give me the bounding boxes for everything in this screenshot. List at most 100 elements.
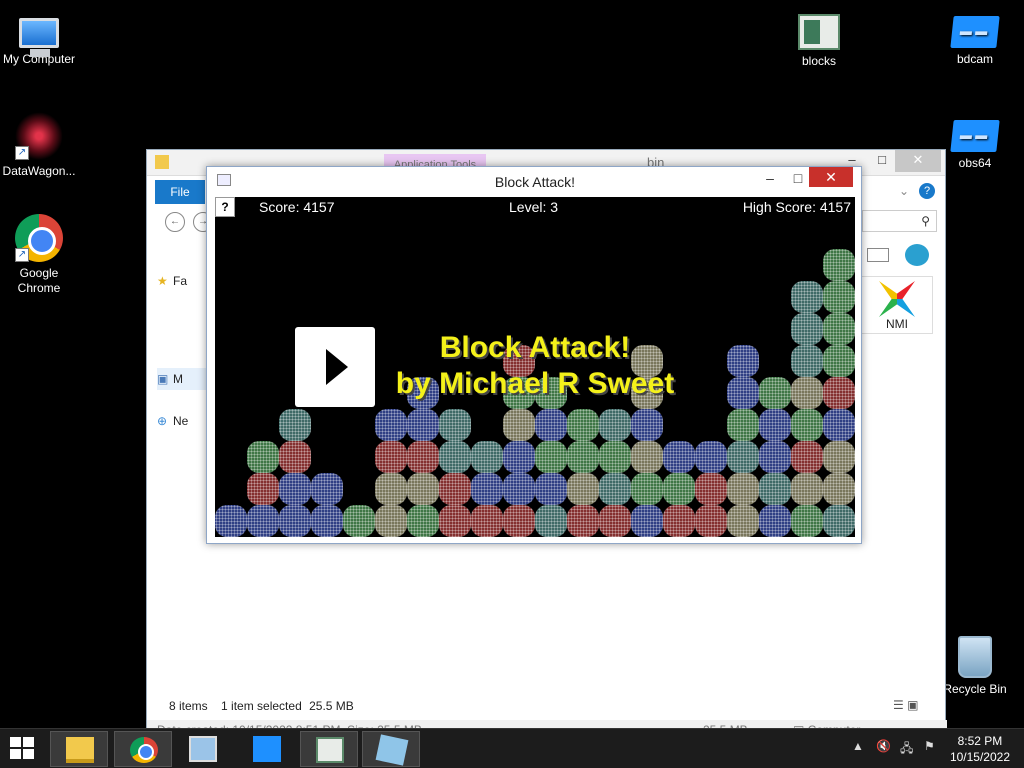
block[interactable] bbox=[823, 473, 855, 505]
block[interactable] bbox=[311, 505, 343, 537]
block[interactable] bbox=[503, 441, 535, 473]
block[interactable] bbox=[823, 505, 855, 537]
block[interactable] bbox=[759, 473, 791, 505]
block[interactable] bbox=[631, 441, 663, 473]
block[interactable] bbox=[215, 505, 247, 537]
block[interactable] bbox=[247, 441, 279, 473]
block[interactable] bbox=[631, 409, 663, 441]
taskbar-resource-monitor[interactable] bbox=[174, 731, 232, 767]
block[interactable] bbox=[471, 505, 503, 537]
block[interactable] bbox=[343, 505, 375, 537]
taskbar-obs[interactable] bbox=[362, 731, 420, 767]
desktop-icon-obs64[interactable]: obs64 bbox=[936, 112, 1014, 171]
block[interactable] bbox=[535, 409, 567, 441]
block[interactable] bbox=[279, 441, 311, 473]
block[interactable] bbox=[599, 409, 631, 441]
block[interactable] bbox=[375, 441, 407, 473]
block[interactable] bbox=[599, 441, 631, 473]
block[interactable] bbox=[407, 473, 439, 505]
block[interactable] bbox=[727, 409, 759, 441]
block[interactable] bbox=[695, 505, 727, 537]
desktop-icon-recycle-bin[interactable]: Recycle Bin bbox=[936, 632, 1014, 697]
block[interactable] bbox=[439, 473, 471, 505]
block[interactable] bbox=[279, 473, 311, 505]
block[interactable] bbox=[791, 505, 823, 537]
taskbar-blocks[interactable] bbox=[300, 731, 358, 767]
details-view-icon[interactable]: ☰ bbox=[893, 698, 904, 712]
block[interactable] bbox=[599, 473, 631, 505]
block[interactable] bbox=[631, 473, 663, 505]
block[interactable] bbox=[727, 473, 759, 505]
help-icon[interactable]: ? bbox=[919, 183, 935, 199]
block[interactable] bbox=[663, 473, 695, 505]
block[interactable] bbox=[439, 409, 471, 441]
block[interactable] bbox=[439, 441, 471, 473]
block[interactable] bbox=[247, 473, 279, 505]
taskbar-chrome[interactable] bbox=[114, 731, 172, 767]
block[interactable] bbox=[535, 473, 567, 505]
taskbar-explorer[interactable] bbox=[50, 731, 108, 767]
block[interactable] bbox=[503, 409, 535, 441]
block[interactable] bbox=[759, 441, 791, 473]
block[interactable] bbox=[823, 409, 855, 441]
ribbon-file-tab[interactable]: File bbox=[155, 180, 205, 204]
block[interactable] bbox=[407, 505, 439, 537]
desktop-icon-blocks[interactable]: blocks bbox=[780, 8, 858, 69]
block[interactable] bbox=[791, 441, 823, 473]
desktop-icon-bdcam[interactable]: bdcam bbox=[936, 8, 1014, 67]
large-icons-view-icon[interactable]: ▣ bbox=[907, 698, 918, 712]
block[interactable] bbox=[311, 473, 343, 505]
block[interactable] bbox=[247, 505, 279, 537]
back-button[interactable]: ← bbox=[165, 212, 185, 232]
block[interactable] bbox=[503, 473, 535, 505]
block[interactable] bbox=[823, 281, 855, 313]
block[interactable] bbox=[695, 473, 727, 505]
close-button[interactable]: ✕ bbox=[895, 150, 941, 172]
block[interactable] bbox=[407, 441, 439, 473]
search-input[interactable]: ⚲ bbox=[862, 210, 937, 232]
block[interactable] bbox=[759, 409, 791, 441]
expand-ribbon-chevron-icon[interactable]: ⌄ bbox=[899, 184, 909, 198]
start-button[interactable] bbox=[10, 737, 36, 761]
block[interactable] bbox=[791, 281, 823, 313]
block[interactable] bbox=[535, 505, 567, 537]
show-hidden-icons-chevron-icon[interactable]: ▲ bbox=[852, 739, 864, 753]
block[interactable] bbox=[471, 473, 503, 505]
desktop-icon-datawagon[interactable]: ↗ DataWagon... bbox=[0, 112, 78, 179]
block[interactable] bbox=[567, 505, 599, 537]
shell-icon[interactable] bbox=[905, 244, 929, 266]
block[interactable] bbox=[791, 473, 823, 505]
minimize-button[interactable]: – bbox=[757, 169, 783, 189]
block[interactable] bbox=[823, 249, 855, 281]
clock[interactable]: 8:52 PM 10/15/2022 bbox=[950, 733, 1010, 765]
block[interactable] bbox=[375, 409, 407, 441]
block[interactable] bbox=[823, 441, 855, 473]
block[interactable] bbox=[759, 505, 791, 537]
maximize-button[interactable]: □ bbox=[867, 150, 897, 172]
email-icon[interactable] bbox=[867, 248, 889, 262]
block[interactable] bbox=[599, 505, 631, 537]
block[interactable] bbox=[631, 505, 663, 537]
block[interactable] bbox=[567, 409, 599, 441]
block[interactable] bbox=[471, 441, 503, 473]
action-center-icon[interactable]: ⚑ bbox=[924, 739, 935, 753]
block[interactable] bbox=[375, 505, 407, 537]
help-button[interactable]: ? bbox=[215, 197, 235, 217]
block[interactable] bbox=[567, 473, 599, 505]
network-icon[interactable]: 🖧 bbox=[900, 739, 913, 760]
block[interactable] bbox=[695, 441, 727, 473]
block[interactable] bbox=[535, 441, 567, 473]
taskbar-bdcam[interactable] bbox=[238, 731, 296, 767]
maximize-button[interactable]: □ bbox=[785, 169, 811, 189]
file-item-nmi[interactable]: NMI bbox=[861, 276, 933, 334]
block[interactable] bbox=[791, 409, 823, 441]
volume-muted-icon[interactable]: 🔇 bbox=[876, 739, 891, 753]
block[interactable] bbox=[439, 505, 471, 537]
block[interactable] bbox=[503, 505, 535, 537]
block[interactable] bbox=[727, 505, 759, 537]
block[interactable] bbox=[279, 505, 311, 537]
block[interactable] bbox=[279, 409, 311, 441]
desktop-icon-my-computer[interactable]: My Computer bbox=[0, 8, 78, 67]
block[interactable] bbox=[727, 441, 759, 473]
block[interactable] bbox=[375, 473, 407, 505]
